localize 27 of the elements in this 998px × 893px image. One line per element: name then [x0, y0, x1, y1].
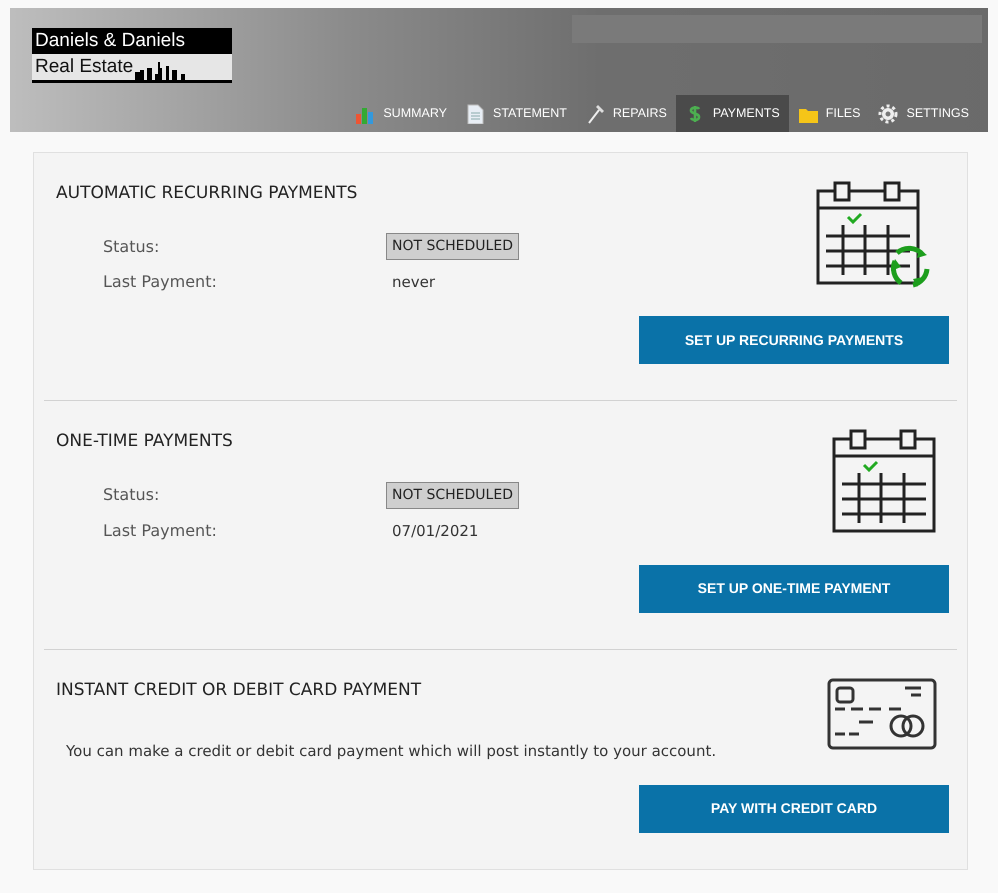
logo-text: Real Estate	[35, 55, 134, 79]
status-badge: NOT SCHEDULED	[386, 482, 519, 509]
field-label: Status:	[103, 236, 160, 258]
field-value: 07/01/2021	[391, 520, 480, 542]
action-button[interactable]: SET UP ONE-TIME PAYMENT	[639, 564, 949, 613]
field-label: Last Payment:	[103, 271, 218, 294]
field-label: Status:	[103, 484, 160, 506]
credit-card-icon	[827, 678, 937, 750]
nav-tab[interactable]: FILES	[788, 95, 870, 132]
field-value: never	[391, 272, 436, 294]
gear-icon	[878, 104, 898, 124]
action-button[interactable]: PAY WITH CREDIT CARD	[639, 784, 949, 833]
status-badge: NOT SCHEDULED	[386, 233, 519, 260]
nav-tab[interactable]: REPAIRS	[576, 95, 676, 132]
document-icon	[465, 104, 486, 124]
calendar-icon	[831, 429, 937, 536]
nav-tab[interactable]: STATEMENT	[456, 95, 576, 132]
section-title: AUTOMATIC RECURRING PAYMENTS	[56, 183, 358, 204]
section-title: INSTANT CREDIT OR DEBIT CARD PAYMENT	[56, 680, 422, 700]
logo-text: Daniels & Daniels	[32, 28, 232, 54]
section-title: ONE-TIME PAYMENTS	[56, 431, 234, 452]
nav-tab[interactable]: PAYMENTS	[676, 95, 789, 132]
nav-tab[interactable]: SETTINGS	[869, 95, 978, 132]
action-button[interactable]: SET UP RECURRING PAYMENTS	[639, 316, 949, 364]
description-text: You can make a credit or debit card payment which will post instantly to your account.	[66, 741, 718, 762]
field-label: Last Payment:	[103, 520, 218, 542]
nav-tab[interactable]: SUMMARY	[346, 95, 456, 132]
